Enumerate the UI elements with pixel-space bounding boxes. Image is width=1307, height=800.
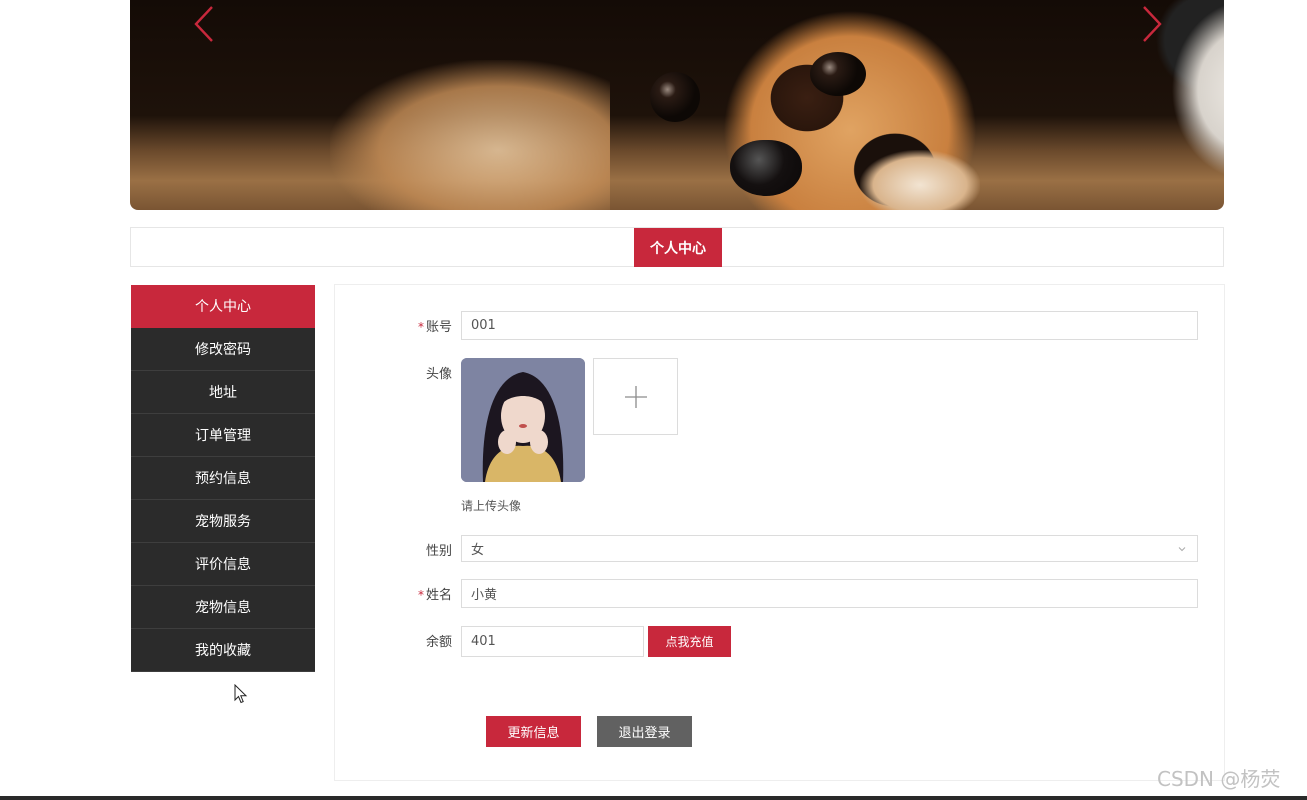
- sidebar-item-appointments[interactable]: 预约信息: [131, 457, 315, 500]
- sidebar-item-pet-info[interactable]: 宠物信息: [131, 586, 315, 629]
- avatar-image: [461, 358, 585, 482]
- gender-value: 女: [471, 543, 485, 558]
- banner-dog-nose: [730, 140, 802, 196]
- carousel-prev-icon[interactable]: [192, 4, 222, 42]
- account-input[interactable]: 001: [461, 311, 1198, 340]
- sidebar: 个人中心 修改密码 地址 订单管理 预约信息 宠物服务 评价信息 宠物信息 我的…: [131, 285, 315, 672]
- name-value: 小黄: [471, 588, 498, 603]
- avatar-upload-button[interactable]: [593, 358, 678, 435]
- gender-label: 性别: [425, 544, 452, 559]
- name-label-text: 姓名: [425, 588, 452, 603]
- banner-dog-image: [330, 60, 610, 210]
- chevron-down-icon: [1178, 547, 1186, 552]
- account-value: 001: [471, 318, 496, 333]
- banner-dog-eye: [650, 72, 700, 122]
- logout-button[interactable]: 退出登录: [597, 716, 692, 747]
- account-label-text: 账号: [425, 320, 452, 335]
- page-title-bar: 个人中心: [130, 227, 1224, 267]
- sidebar-item-change-password[interactable]: 修改密码: [131, 328, 315, 371]
- banner-dog-paw: [860, 150, 980, 210]
- avatar-label: 头像: [425, 367, 452, 382]
- balance-label: 余额: [425, 635, 452, 650]
- plus-icon: [624, 385, 647, 408]
- profile-form-panel: * 账号 001 头像 请上传头像 性别 女 * 姓名 小黄 余额 401 点我…: [334, 284, 1225, 781]
- sidebar-item-favorites[interactable]: 我的收藏: [131, 629, 315, 672]
- banner-carousel: [130, 0, 1224, 210]
- mouse-cursor-icon: [234, 684, 248, 704]
- banner-dog-eye: [810, 52, 866, 96]
- page-title: 个人中心: [634, 228, 722, 267]
- account-label: * 账号: [335, 316, 452, 335]
- required-mark: *: [417, 588, 424, 602]
- sidebar-item-reviews[interactable]: 评价信息: [131, 543, 315, 586]
- balance-input[interactable]: 401: [461, 626, 644, 657]
- name-input[interactable]: 小黄: [461, 579, 1198, 608]
- watermark: CSDN @杨荧: [1157, 767, 1281, 791]
- sidebar-item-pet-services[interactable]: 宠物服务: [131, 500, 315, 543]
- carousel-next-icon[interactable]: [1138, 4, 1168, 42]
- name-label: * 姓名: [335, 584, 452, 603]
- update-info-button[interactable]: 更新信息: [486, 716, 581, 747]
- required-mark: *: [417, 320, 424, 334]
- avatar-hint: 请上传头像: [461, 499, 522, 513]
- sidebar-item-address[interactable]: 地址: [131, 371, 315, 414]
- recharge-button[interactable]: 点我充值: [648, 626, 731, 657]
- balance-value: 401: [471, 634, 496, 649]
- bottom-border: [0, 796, 1307, 800]
- sidebar-item-orders[interactable]: 订单管理: [131, 414, 315, 457]
- sidebar-item-profile[interactable]: 个人中心: [131, 285, 315, 328]
- gender-select[interactable]: 女: [461, 535, 1198, 562]
